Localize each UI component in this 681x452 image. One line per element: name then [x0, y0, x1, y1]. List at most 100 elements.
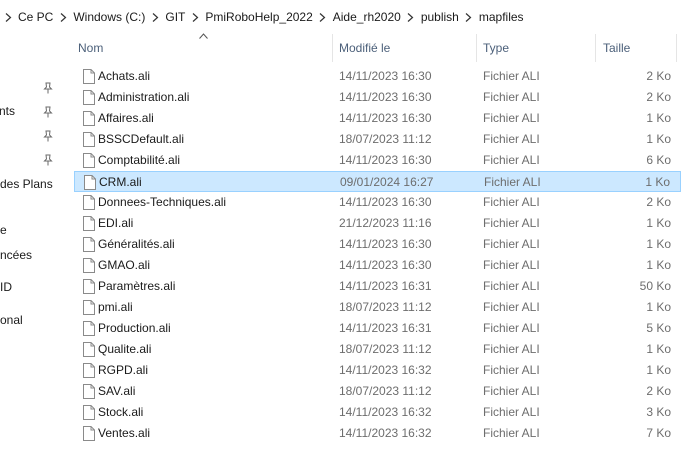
breadcrumb-item-windows-c[interactable]: Windows (C:): [69, 10, 149, 24]
sidebar-item-label: onal: [0, 313, 23, 327]
navigation-pane: nts des Plans e ncées ID onal: [0, 34, 62, 452]
file-modified: 18/07/2023 11:12: [339, 342, 432, 356]
sort-up-icon: [199, 33, 208, 39]
file-type: Fichier ALI: [483, 279, 540, 293]
column-header-size[interactable]: Taille: [603, 34, 630, 62]
file-modified: 14/11/2023 16:32: [339, 363, 432, 377]
file-row[interactable]: SAV.ali 18/07/2023 11:12 Fichier ALI 2 Ko: [74, 381, 681, 402]
file-row[interactable]: GMAO.ali 14/11/2023 16:30 Fichier ALI 1 Ko: [74, 255, 681, 276]
chevron-right-icon[interactable]: [2, 11, 14, 23]
file-size: 2 Ko: [646, 384, 671, 398]
file-row[interactable]: Production.ali 14/11/2023 16:31 Fichier AL…: [74, 318, 681, 339]
breadcrumb-item-pmirobohelp[interactable]: PmiRoboHelp_2022: [201, 10, 316, 24]
file-name: Généralités.ali: [98, 237, 175, 251]
file-icon: [83, 300, 95, 315]
column-header-type[interactable]: Type: [483, 34, 509, 62]
file-row[interactable]: Stock.ali 14/11/2023 16:32 Fichier ALI 3 Ko: [74, 402, 681, 423]
column-divider[interactable]: [676, 34, 677, 62]
file-name: RGPD.ali: [98, 363, 149, 377]
file-icon: [83, 279, 95, 294]
chevron-right-icon[interactable]: [463, 11, 475, 23]
file-row[interactable]: Administration.ali 14/11/2023 16:30 Fichie…: [74, 87, 681, 108]
file-size: 1 Ko: [646, 111, 671, 125]
column-divider[interactable]: [476, 34, 477, 62]
file-icon: [83, 216, 95, 231]
file-name: CRM.ali: [99, 175, 142, 189]
file-size: 2 Ko: [646, 195, 671, 209]
column-divider[interactable]: [595, 34, 596, 62]
file-modified: 14/11/2023 16:30: [339, 237, 432, 251]
sidebar-item-label: des Plans: [0, 177, 53, 191]
file-row[interactable]: Comptabilité.ali 14/11/2023 16:30 Fichier …: [74, 150, 681, 171]
file-modified: 14/11/2023 16:30: [339, 69, 432, 83]
file-size: 1 Ko: [646, 132, 671, 146]
file-icon: [83, 363, 95, 378]
column-divider[interactable]: [332, 34, 333, 62]
pin-icon: [43, 154, 53, 166]
file-name: Affaires.ali: [98, 111, 154, 125]
column-header-modified[interactable]: Modifié le: [339, 34, 390, 62]
file-icon: [83, 69, 95, 84]
file-type: Fichier ALI: [483, 237, 540, 251]
file-size: 6 Ko: [646, 153, 671, 167]
file-size: 5 Ko: [646, 321, 671, 335]
file-type: Fichier ALI: [484, 175, 541, 189]
chevron-right-icon[interactable]: [405, 11, 417, 23]
sidebar-item-e[interactable]: e: [0, 223, 62, 241]
file-icon: [84, 175, 96, 190]
breadcrumb-item-publish[interactable]: publish: [417, 10, 463, 24]
chevron-right-icon[interactable]: [317, 11, 329, 23]
file-row[interactable]: BSSCDefault.ali 18/07/2023 11:12 Fichier A…: [74, 129, 681, 150]
file-modified: 14/11/2023 16:30: [339, 111, 432, 125]
file-icon: [83, 342, 95, 357]
file-type: Fichier ALI: [483, 363, 540, 377]
file-type: Fichier ALI: [483, 321, 540, 335]
file-name: EDI.ali: [98, 216, 134, 230]
file-row[interactable]: RGPD.ali 14/11/2023 16:32 Fichier ALI 1 Ko: [74, 360, 681, 381]
file-size: 1 Ko: [646, 216, 671, 230]
file-size: 1 Ko: [646, 258, 671, 272]
sidebar-item-label: ID: [0, 280, 12, 294]
sidebar-item-ncees[interactable]: ncées: [0, 248, 62, 266]
breadcrumb-item-mapfiles[interactable]: mapfiles: [475, 10, 528, 24]
column-header-name[interactable]: Nom: [78, 34, 103, 62]
chevron-right-icon[interactable]: [57, 11, 69, 23]
breadcrumb-item-ce-pc[interactable]: Ce PC: [14, 10, 57, 24]
file-row[interactable]: Affaires.ali 14/11/2023 16:30 Fichier ALI 1…: [74, 108, 681, 129]
file-icon: [83, 258, 95, 273]
file-size: 3 Ko: [646, 405, 671, 419]
file-row[interactable]: Donnees-Techniques.ali 14/11/2023 16:30 Fi…: [74, 192, 681, 213]
sidebar-item-des-plans[interactable]: des Plans: [0, 177, 62, 195]
file-name: Production.ali: [98, 321, 171, 335]
file-type: Fichier ALI: [483, 405, 540, 419]
sidebar-item-id[interactable]: ID: [0, 280, 62, 298]
pin-icon: [43, 130, 53, 142]
file-row[interactable]: Achats.ali 14/11/2023 16:30 Fichier ALI 2 K…: [74, 66, 681, 87]
file-row[interactable]: Paramètres.ali 14/11/2023 16:31 Fichier AL…: [74, 276, 681, 297]
file-row[interactable]: Qualite.ali 18/07/2023 11:12 Fichier ALI 1 …: [74, 339, 681, 360]
sidebar-item-label: e: [0, 223, 7, 237]
chevron-right-icon[interactable]: [189, 11, 201, 23]
chevron-right-icon[interactable]: [149, 11, 161, 23]
file-row[interactable]: pmi.ali 18/07/2023 11:12 Fichier ALI 1 Ko: [74, 297, 681, 318]
file-name: GMAO.ali: [98, 258, 151, 272]
file-row[interactable]: Ventes.ali 14/11/2023 16:32 Fichier ALI 7 K…: [74, 423, 681, 444]
file-icon: [83, 153, 95, 168]
file-icon: [83, 405, 95, 420]
file-modified: 14/11/2023 16:32: [339, 426, 432, 440]
pin-icon: [43, 106, 53, 118]
file-type: Fichier ALI: [483, 132, 540, 146]
breadcrumb-item-git[interactable]: GIT: [161, 10, 189, 24]
file-row[interactable]: Généralités.ali 14/11/2023 16:30 Fichier A…: [74, 234, 681, 255]
file-modified: 18/07/2023 11:12: [339, 132, 432, 146]
breadcrumb-item-aide-rh2020[interactable]: Aide_rh2020: [329, 10, 405, 24]
file-name: Ventes.ali: [98, 426, 151, 440]
file-row[interactable]: CRM.ali 09/01/2024 16:27 Fichier ALI 1 Ko: [74, 171, 681, 192]
file-row[interactable]: EDI.ali 21/12/2023 11:16 Fichier ALI 1 Ko: [74, 213, 681, 234]
sidebar-item-onal[interactable]: onal: [0, 313, 62, 331]
file-type: Fichier ALI: [483, 195, 540, 209]
file-name: Qualite.ali: [98, 342, 152, 356]
file-modified: 14/11/2023 16:30: [339, 90, 432, 104]
column-header-bar: Nom Modifié le Type Taille: [62, 33, 681, 62]
file-type: Fichier ALI: [483, 90, 540, 104]
